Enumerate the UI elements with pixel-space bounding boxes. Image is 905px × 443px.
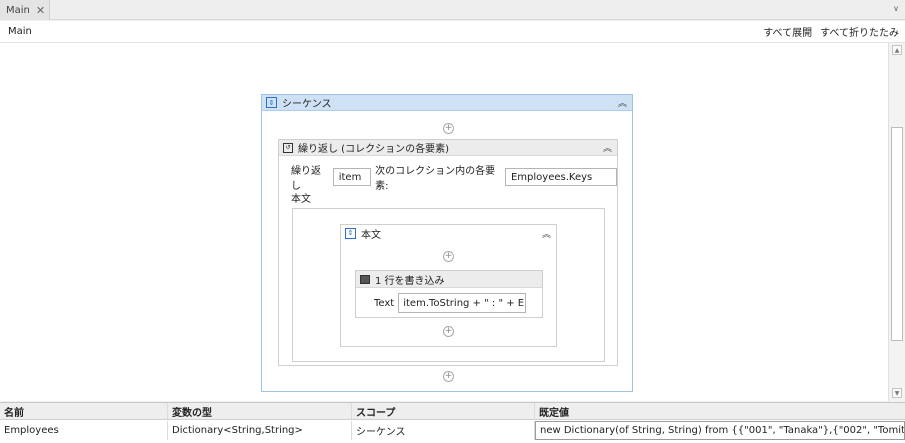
tab-main[interactable]: Main ✕ bbox=[0, 0, 50, 20]
vertical-scrollbar[interactable]: ▲ ▼ bbox=[888, 43, 905, 401]
designer-canvas[interactable]: ⇕ シーケンス ︽ + ↺ 繰り返し (コレクションの各要素) ︽ 繰り返し i… bbox=[0, 43, 888, 401]
scrollbar-thumb[interactable] bbox=[891, 127, 903, 341]
sequence-title: シーケンス bbox=[282, 99, 332, 110]
designer-header: Main すべて展開 すべて折りたたみ bbox=[0, 21, 905, 43]
collection-label: 次のコレクション内の各要素: bbox=[375, 166, 496, 192]
column-header-type[interactable]: 変数の型 bbox=[168, 403, 352, 419]
plus-circle-icon[interactable]: + bbox=[443, 251, 454, 262]
header-links: すべて展開 すべて折りたたみ bbox=[763, 24, 899, 39]
collection-input[interactable]: Employees.Keys bbox=[504, 168, 617, 186]
body-label: 本文 bbox=[291, 194, 311, 205]
collapse-all-link[interactable]: すべて折りたたみ bbox=[820, 24, 899, 39]
breadcrumb[interactable]: Main bbox=[8, 26, 32, 37]
writeline-icon bbox=[360, 274, 370, 284]
inner-sequence-title: 本文 bbox=[361, 229, 381, 241]
column-header-name[interactable]: 名前 bbox=[0, 403, 168, 419]
loop-label: 繰り返し bbox=[291, 166, 321, 192]
writeline-activity[interactable]: 1 行を書き込み Text item.ToString + " : " + Em bbox=[355, 270, 543, 318]
text-label: Text bbox=[374, 297, 395, 309]
close-icon[interactable]: ✕ bbox=[36, 4, 45, 17]
sequence-icon: ⇕ bbox=[345, 227, 356, 239]
text-input[interactable]: item.ToString + " : " + Em bbox=[398, 293, 527, 313]
chevron-up-double-icon[interactable]: ︽ bbox=[603, 141, 612, 154]
variable-name-cell[interactable]: Employees bbox=[0, 421, 168, 440]
variable-type-cell[interactable]: Dictionary<String,String> bbox=[168, 421, 352, 440]
sequence-activity[interactable]: ⇕ シーケンス ︽ + ↺ 繰り返し (コレクションの各要素) ︽ 繰り返し i… bbox=[261, 94, 633, 392]
inner-sequence-header[interactable]: ⇕ 本文 ︽ bbox=[341, 225, 556, 241]
column-header-scope[interactable]: スコープ bbox=[352, 403, 535, 419]
chevron-up-double-icon[interactable]: ︽ bbox=[542, 227, 551, 240]
plus-circle-icon[interactable]: + bbox=[443, 326, 454, 337]
scroll-down-icon[interactable]: ▼ bbox=[892, 388, 902, 398]
writeline-header[interactable]: 1 行を書き込み bbox=[356, 271, 542, 288]
variable-scope-cell[interactable]: シーケンス bbox=[352, 421, 535, 440]
tab-strip: Main ✕ ∨ bbox=[0, 0, 905, 20]
foreach-params: 繰り返し item 次のコレクション内の各要素: Employees.Keys bbox=[291, 162, 617, 192]
chevron-up-double-icon[interactable]: ︽ bbox=[618, 96, 627, 109]
inner-sequence-activity[interactable]: ⇕ 本文 ︽ + 1 行を書き込み Text item.ToString + "… bbox=[340, 224, 557, 347]
body-drop-area[interactable]: ⇕ 本文 ︽ + 1 行を書き込み Text item.ToString + "… bbox=[292, 208, 605, 362]
scroll-up-icon[interactable]: ▲ bbox=[892, 45, 902, 55]
variable-default-input[interactable]: new Dictionary(of String, String) from {… bbox=[535, 421, 905, 440]
foreach-icon: ↺ bbox=[283, 142, 293, 153]
foreach-header[interactable]: ↺ 繰り返し (コレクションの各要素) ︽ bbox=[279, 140, 617, 156]
expand-all-link[interactable]: すべて展開 bbox=[763, 24, 812, 39]
item-input[interactable]: item bbox=[332, 168, 372, 186]
chevron-down-icon[interactable]: ∨ bbox=[893, 4, 899, 13]
writeline-params: Text item.ToString + " : " + Em bbox=[374, 293, 527, 313]
foreach-activity[interactable]: ↺ 繰り返し (コレクションの各要素) ︽ 繰り返し item 次のコレクション… bbox=[278, 139, 618, 366]
sequence-icon: ⇕ bbox=[266, 97, 277, 108]
variables-panel: 名前 変数の型 スコープ 既定値 Employees Dictionary<St… bbox=[0, 402, 905, 443]
tab-main-label: Main bbox=[6, 4, 30, 16]
writeline-title: 1 行を書き込み bbox=[375, 275, 445, 287]
plus-circle-icon[interactable]: + bbox=[443, 123, 454, 134]
foreach-title: 繰り返し (コレクションの各要素) bbox=[298, 144, 449, 155]
sequence-header[interactable]: ⇕ シーケンス ︽ bbox=[262, 95, 632, 111]
table-row[interactable]: Employees Dictionary<String,String> シーケン… bbox=[0, 421, 905, 440]
variables-header-row: 名前 変数の型 スコープ 既定値 bbox=[0, 403, 905, 420]
plus-circle-icon[interactable]: + bbox=[443, 371, 454, 382]
column-header-default[interactable]: 既定値 bbox=[535, 403, 905, 419]
